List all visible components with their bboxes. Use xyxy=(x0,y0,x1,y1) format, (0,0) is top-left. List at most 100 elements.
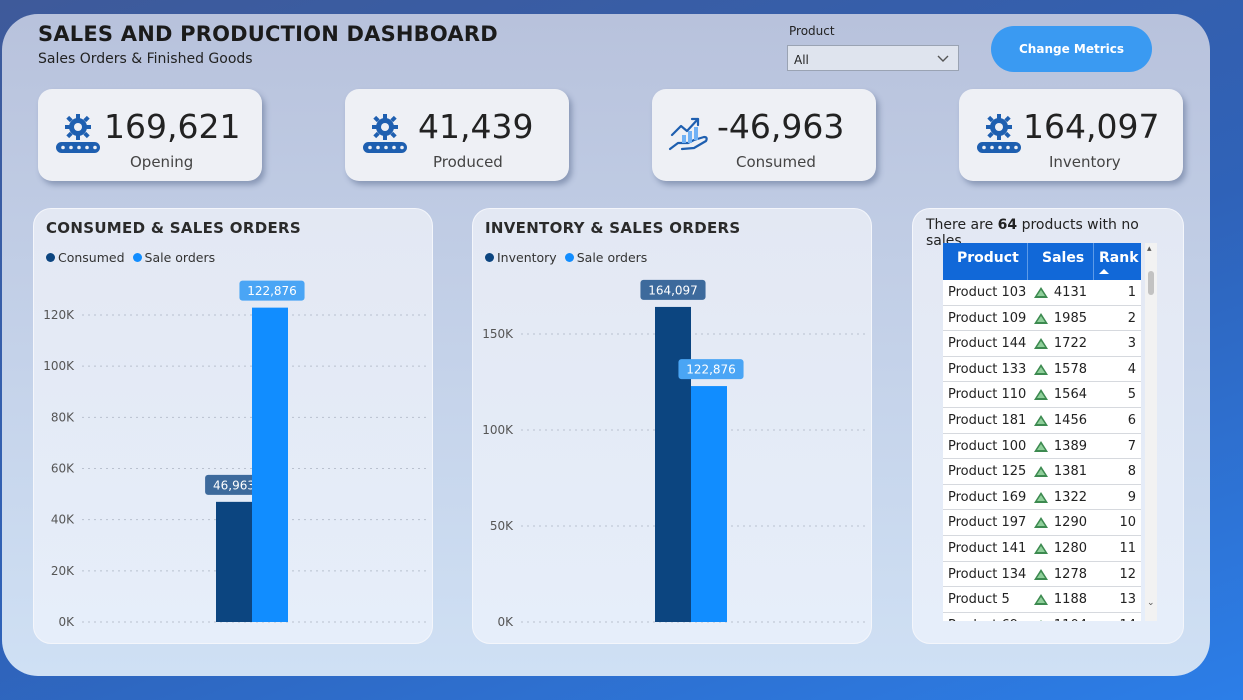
product-slicer-dropdown[interactable]: All xyxy=(787,45,959,71)
kpi-card-consumed: -46,963 Consumed xyxy=(652,89,876,181)
change-metrics-button[interactable]: Change Metrics xyxy=(991,26,1152,72)
trend-up-icon xyxy=(1034,338,1048,350)
kpi-label: Produced xyxy=(433,153,503,171)
trend-up-icon xyxy=(1034,517,1048,529)
table-row[interactable]: Product 103 4131 1 xyxy=(943,280,1141,306)
sales-cell: 1578 xyxy=(1053,361,1087,377)
table-row[interactable]: Product 125 1381 8 xyxy=(943,459,1141,485)
y-tick-label: 120K xyxy=(43,308,75,322)
sales-cell: 1722 xyxy=(1053,336,1087,352)
table-header: Product Sales Rank xyxy=(943,243,1141,280)
sales-cell: 1280 xyxy=(1053,540,1087,556)
sort-ascending-icon xyxy=(1099,269,1109,274)
table-row[interactable]: Product 134 1278 12 xyxy=(943,562,1141,588)
data-label: 164,097 xyxy=(648,283,698,297)
table-scrollbar[interactable]: ▴ ⌄ xyxy=(1145,243,1157,621)
page-title: SALES AND PRODUCTION DASHBOARD xyxy=(38,22,498,46)
consumed-sales-bar-chart: 0K 20K 40K 60K 80K 100K 120K 46,963 122,876 xyxy=(43,280,426,629)
sales-cell: 1985 xyxy=(1053,310,1087,326)
y-tick-label: 150K xyxy=(482,327,514,341)
sales-cell: 1389 xyxy=(1053,438,1087,454)
table-row[interactable]: Product 69 1104 14 xyxy=(943,613,1141,621)
page-subtitle: Sales Orders & Finished Goods xyxy=(38,51,253,67)
trend-up-icon xyxy=(1034,287,1048,298)
column-header-rank[interactable]: Rank xyxy=(1099,250,1139,266)
trend-up-icon xyxy=(1034,312,1048,324)
trend-up-icon xyxy=(1034,363,1048,375)
y-tick-label: 50K xyxy=(490,519,514,533)
kpi-card-opening: 169,621 Opening xyxy=(38,89,262,181)
table-row[interactable]: Product 133 1578 4 xyxy=(943,357,1141,383)
column-header-sales[interactable]: Sales xyxy=(1042,250,1084,266)
conveyor-gear-icon xyxy=(363,114,407,153)
dashboard-canvas: SALES AND PRODUCTION DASHBOARD Sales Ord… xyxy=(2,14,1210,676)
kpi-label: Opening xyxy=(130,153,194,171)
table-row[interactable]: Product 5 1188 13 xyxy=(943,587,1141,613)
trend-up-icon xyxy=(1034,568,1048,580)
product-cell: Product 5 xyxy=(948,592,1010,608)
product-slicer-label: Product xyxy=(789,24,835,38)
trend-up-icon xyxy=(1034,594,1048,606)
y-tick-label: 80K xyxy=(51,410,75,424)
table-row[interactable]: Product 141 1280 11 xyxy=(943,536,1141,562)
table-row[interactable]: Product 181 1456 6 xyxy=(943,408,1141,434)
y-tick-label: 100K xyxy=(43,359,75,373)
table-row[interactable]: Product 197 1290 10 xyxy=(943,510,1141,536)
trend-up-icon xyxy=(1034,389,1048,401)
hand-growth-chart-icon xyxy=(668,117,708,151)
product-cell: Product 110 xyxy=(948,387,1027,403)
kpi-label: Consumed xyxy=(736,153,816,171)
scrollbar-thumb[interactable] xyxy=(1148,271,1154,295)
column-divider xyxy=(1027,243,1028,280)
product-cell: Product 133 xyxy=(948,361,1027,377)
bar-sale-orders xyxy=(252,307,288,622)
rank-cell: 8 xyxy=(1127,464,1136,480)
inventory-sales-bar-chart: 0K 50K 100K 150K 164,097 122,876 xyxy=(482,279,865,629)
product-cell: Product 134 xyxy=(948,566,1027,582)
table-row[interactable]: Product 169 1322 9 xyxy=(943,485,1141,511)
kpi-card-produced: 41,439 Produced xyxy=(345,89,569,181)
scroll-down-icon[interactable]: ⌄ xyxy=(1147,599,1155,608)
kpi-value: 41,439 xyxy=(418,107,534,146)
trend-up-icon xyxy=(1034,491,1048,503)
product-cell: Product 181 xyxy=(948,412,1027,428)
data-label: 46,963 xyxy=(213,478,255,492)
table-row[interactable]: Product 100 1389 7 xyxy=(943,434,1141,460)
table-row[interactable]: Product 110 1564 5 xyxy=(943,382,1141,408)
product-cell: Product 125 xyxy=(948,464,1027,480)
table-row[interactable]: Product 109 1985 2 xyxy=(943,306,1141,332)
sales-cell: 1456 xyxy=(1053,412,1087,428)
table-row[interactable]: Product 144 1722 3 xyxy=(943,331,1141,357)
bar-sale-orders xyxy=(691,386,727,622)
conveyor-gear-icon xyxy=(56,114,100,153)
y-tick-label: 0K xyxy=(497,615,514,629)
rank-cell: 1 xyxy=(1127,285,1136,300)
rank-cell: 10 xyxy=(1119,515,1136,531)
rank-cell: 14 xyxy=(1119,618,1136,621)
product-sales-table-panel: There are 64 products with no sales. Pro… xyxy=(912,208,1184,644)
product-cell: Product 103 xyxy=(948,285,1027,300)
y-tick-label: 60K xyxy=(51,462,75,476)
rank-cell: 13 xyxy=(1119,592,1136,608)
rank-cell: 9 xyxy=(1127,489,1136,505)
trend-up-icon xyxy=(1034,440,1048,452)
bar-inventory xyxy=(655,306,691,622)
rank-cell: 2 xyxy=(1127,310,1136,326)
sales-cell: 1188 xyxy=(1053,592,1087,608)
trend-up-icon xyxy=(1034,414,1048,426)
scroll-up-icon[interactable]: ▴ xyxy=(1147,245,1155,254)
product-cell: Product 69 xyxy=(948,618,1018,621)
sales-cell: 1381 xyxy=(1053,464,1087,480)
product-slicer-value: All xyxy=(794,53,809,67)
product-cell: Product 144 xyxy=(948,336,1027,352)
column-header-product[interactable]: Product xyxy=(957,250,1019,266)
bar-consumed xyxy=(216,501,252,622)
product-sales-table: Product Sales Rank Product 103 4131 1 Produ… xyxy=(943,243,1141,621)
rank-cell: 12 xyxy=(1119,566,1136,582)
rank-cell: 7 xyxy=(1127,438,1136,454)
product-cell: Product 100 xyxy=(948,438,1027,454)
y-tick-label: 0K xyxy=(58,615,75,629)
product-cell: Product 109 xyxy=(948,310,1027,326)
table-body: Product 103 4131 1 Product 109 1985 2 Product … xyxy=(943,280,1141,621)
kpi-value: 164,097 xyxy=(1023,107,1160,146)
